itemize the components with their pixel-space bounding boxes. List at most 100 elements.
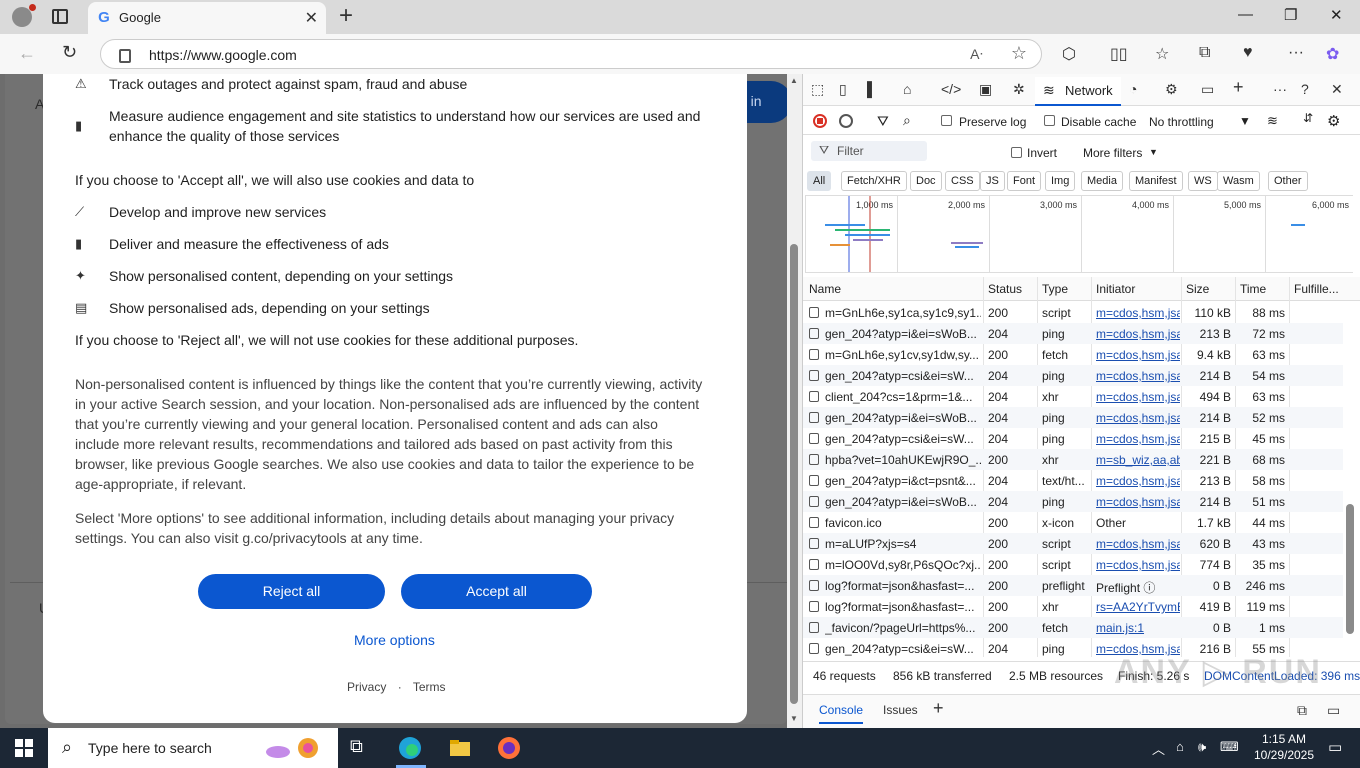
edge-browser-icon[interactable] bbox=[398, 736, 422, 760]
performance-icon[interactable]: ♥ bbox=[1243, 44, 1253, 62]
import-export-icon[interactable]: ⇵ bbox=[1303, 111, 1313, 125]
preserve-log-checkbox[interactable] bbox=[941, 115, 952, 126]
disable-cache-checkbox[interactable] bbox=[1044, 115, 1055, 126]
clear-icon[interactable] bbox=[839, 114, 853, 128]
taskbar-search-box[interactable]: ⌕ Type here to search bbox=[48, 728, 338, 768]
table-row[interactable]: gen_204?atyp=i&ei=sWoB... 204 ping m=cdos,h… bbox=[803, 323, 1343, 344]
table-row[interactable]: gen_204?atyp=csi&ei=sW... 204 ping m=cdos,h… bbox=[803, 365, 1343, 386]
file-explorer-icon[interactable] bbox=[448, 736, 472, 760]
address-bar[interactable]: https://www.google.com Aᐧ ☆ bbox=[100, 39, 1042, 69]
minimize-icon[interactable]: — bbox=[1238, 6, 1253, 23]
chevron-down-icon[interactable]: ▼ bbox=[1149, 147, 1158, 157]
more-menu-icon[interactable]: ··· bbox=[1288, 44, 1304, 62]
table-scrollbar[interactable] bbox=[1343, 299, 1359, 659]
network-conditions-icon[interactable]: ≋ bbox=[1267, 113, 1278, 129]
table-row[interactable]: hpba?vet=10ahUKEwjR9O_... 200 xhr m=sb_wiz,… bbox=[803, 449, 1343, 470]
cell-initiator[interactable]: m=cdos,hsm,jsa bbox=[1096, 411, 1180, 425]
filter-toggle-icon[interactable]: ⛛ bbox=[877, 113, 889, 130]
favorite-star-icon[interactable]: ☆ bbox=[1011, 43, 1027, 64]
drawer-tab-console[interactable]: Console bbox=[819, 703, 864, 724]
filter-chip[interactable]: WS bbox=[1188, 171, 1218, 191]
more-filters-dropdown[interactable]: More filters bbox=[1083, 146, 1142, 160]
filter-chip[interactable]: All bbox=[807, 171, 832, 191]
device-emulation-icon[interactable]: ▯ bbox=[839, 81, 847, 98]
column-header-initiator[interactable]: Initiator bbox=[1096, 282, 1135, 296]
network-settings-icon[interactable]: ⚙ bbox=[1327, 112, 1340, 130]
task-view-icon[interactable]: ⧉ bbox=[350, 736, 374, 760]
split-screen-icon[interactable]: ▯▯ bbox=[1110, 44, 1128, 64]
restore-icon[interactable]: ❐ bbox=[1284, 6, 1297, 24]
filter-chip[interactable]: Font bbox=[1007, 171, 1042, 191]
cell-initiator[interactable]: m=cdos,hsm,jsa bbox=[1096, 369, 1180, 383]
column-header-size[interactable]: Size bbox=[1186, 282, 1209, 296]
settings-gear-icon[interactable]: ⚙ bbox=[1165, 81, 1178, 98]
copilot-icon[interactable]: ✿ bbox=[1326, 44, 1339, 64]
windows-start-icon[interactable] bbox=[15, 739, 33, 757]
close-devtools-icon[interactable]: ✕ bbox=[1331, 81, 1343, 98]
favorites-icon[interactable]: ☆ bbox=[1155, 44, 1169, 64]
column-header-time[interactable]: Time bbox=[1240, 282, 1266, 296]
add-tool-icon[interactable]: + bbox=[1233, 77, 1244, 98]
table-row[interactable]: m=GnLh6e,sy1cv,sy1dw,sy... 200 fetch m=cdos… bbox=[803, 344, 1343, 365]
column-header-fulfilled[interactable]: Fulfille... bbox=[1294, 282, 1339, 296]
table-row[interactable]: log?format=json&hasfast=... 200 xhr rs=AA2Y… bbox=[803, 596, 1343, 617]
tab-close-icon[interactable]: ✕ bbox=[305, 8, 318, 28]
cell-initiator[interactable]: m=cdos,hsm,jsa bbox=[1096, 306, 1180, 320]
filter-chip[interactable]: CSS bbox=[945, 171, 980, 191]
dock-sidebar-icon[interactable]: ▌ bbox=[867, 81, 877, 97]
filter-chip[interactable]: Wasm bbox=[1217, 171, 1260, 191]
lock-icon[interactable] bbox=[119, 49, 131, 63]
more-options-link[interactable]: More options bbox=[354, 632, 435, 648]
cell-initiator[interactable]: rs=AA2YrTvymE bbox=[1096, 600, 1180, 614]
filter-chip[interactable]: Img bbox=[1045, 171, 1076, 191]
cell-initiator[interactable]: m=cdos,hsm,jsa bbox=[1096, 327, 1180, 341]
collections-icon[interactable]: ⧉ bbox=[1199, 44, 1210, 62]
cell-initiator[interactable]: m=cdos,hsm,jsa bbox=[1096, 348, 1180, 362]
network-timeline-overview[interactable]: 1,000 ms 2,000 ms 3,000 ms 4,000 ms 5,00… bbox=[805, 195, 1353, 273]
filter-input[interactable]: ⛛ Filter bbox=[811, 141, 927, 161]
table-row[interactable]: log?format=json&hasfast=... 200 preflight P… bbox=[803, 575, 1343, 596]
profile-avatar[interactable] bbox=[12, 4, 36, 27]
close-drawer-icon[interactable]: ▭ bbox=[1327, 702, 1340, 719]
table-row[interactable]: m=GnLh6e,sy1ca,sy1c9,sy1... 200 script m=cd… bbox=[803, 302, 1343, 323]
filter-chip[interactable]: JS bbox=[980, 171, 1005, 191]
table-scroll-thumb[interactable] bbox=[1346, 504, 1354, 634]
application-icon[interactable]: ▭ bbox=[1201, 81, 1214, 98]
show-hidden-icons-chevron-icon[interactable]: ︿ bbox=[1152, 739, 1165, 758]
throttling-select[interactable]: No throttling bbox=[1149, 115, 1214, 129]
new-tab-button[interactable]: + bbox=[339, 4, 353, 28]
accept-all-button[interactable]: Accept all bbox=[401, 574, 592, 609]
reject-all-button[interactable]: Reject all bbox=[198, 574, 385, 609]
scroll-up-arrow-icon[interactable]: ▲ bbox=[790, 76, 798, 85]
more-tools-icon[interactable]: ··· bbox=[1273, 81, 1287, 97]
scroll-down-arrow-icon[interactable]: ▼ bbox=[790, 714, 798, 723]
tab-google[interactable]: G Google ✕ bbox=[88, 2, 326, 34]
page-scrollbar[interactable]: ▲ ▼ bbox=[787, 74, 802, 728]
tab-network[interactable]: ≋ Network bbox=[1035, 77, 1121, 106]
cell-initiator[interactable]: m=cdos,hsm,jsa bbox=[1096, 390, 1180, 404]
table-row[interactable]: gen_204?atyp=i&ct=psnt&... 204 text/ht... m… bbox=[803, 470, 1343, 491]
table-row[interactable]: favicon.ico 200 x-icon Other 1.7 kB 44 ms bbox=[803, 512, 1343, 533]
table-row[interactable]: gen_204?atyp=i&ei=sWoB... 204 ping m=cdos,h… bbox=[803, 491, 1343, 512]
table-row[interactable]: m=aLUfP?xjs=s4 200 script m=cdos,hsm,jsa 620… bbox=[803, 533, 1343, 554]
page-scroll-thumb[interactable] bbox=[790, 244, 798, 704]
drawer-tab-issues[interactable]: Issues bbox=[883, 703, 918, 717]
reload-icon[interactable]: ↻ bbox=[62, 42, 77, 63]
notifications-icon[interactable]: ▭ bbox=[1328, 738, 1342, 756]
table-row[interactable]: _favicon/?pageUrl=https%... 200 fetch main.… bbox=[803, 617, 1343, 638]
cell-initiator[interactable]: main.js:1 bbox=[1096, 621, 1180, 635]
elements-icon[interactable]: </> bbox=[941, 81, 961, 97]
filter-chip[interactable]: Manifest bbox=[1129, 171, 1183, 191]
cell-initiator[interactable]: m=cdos,hsm,jsa bbox=[1096, 495, 1180, 509]
sources-bug-icon[interactable]: ✲ bbox=[1013, 81, 1025, 98]
filter-chip[interactable]: Fetch/XHR bbox=[841, 171, 907, 191]
column-header-type[interactable]: Type bbox=[1042, 282, 1068, 296]
read-aloud-icon[interactable]: Aᐧ bbox=[970, 46, 983, 63]
tab-actions-icon[interactable] bbox=[52, 9, 68, 24]
table-row[interactable]: m=lOO0Vd,sy8r,P6sQOc?xj... 200 script m=cdo… bbox=[803, 554, 1343, 575]
record-stop-icon[interactable] bbox=[813, 114, 827, 128]
column-header-status[interactable]: Status bbox=[988, 282, 1022, 296]
filter-chip[interactable]: Media bbox=[1081, 171, 1123, 191]
cell-initiator[interactable]: m=cdos,hsm,jsa bbox=[1096, 432, 1180, 446]
invert-checkbox[interactable] bbox=[1011, 147, 1022, 158]
